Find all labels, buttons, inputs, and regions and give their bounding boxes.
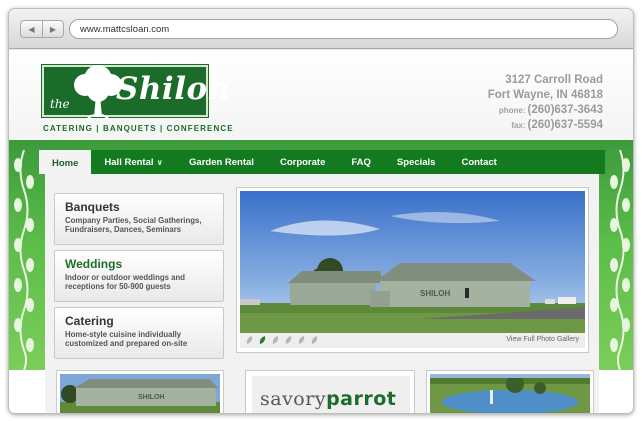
- contact-info: 3127 Carroll Road Fort Wayne, IN 46818 p…: [488, 73, 603, 133]
- promo-desc: Home-style cuisine individually customiz…: [65, 330, 188, 348]
- browser-toolbar: ◀ ▶ www.mattcsloan.com: [9, 9, 633, 49]
- forward-arrow-icon[interactable]: ▶: [41, 21, 63, 37]
- hall-photo[interactable]: SHILOH: [240, 191, 585, 333]
- sponsor-logo: savoryparrot: [260, 388, 396, 410]
- leaf-dot-icon[interactable]: [246, 336, 253, 345]
- nav-item-corporate[interactable]: Corporate: [267, 150, 338, 174]
- fax-number: (260)637-5594: [527, 119, 603, 131]
- thumb-garden-photo: [430, 374, 590, 413]
- promo-title: Weddings: [65, 257, 123, 271]
- thumb-sponsor[interactable]: savoryparrot: [245, 370, 415, 413]
- promo-catering[interactable]: Catering Home-style cuisine individually…: [54, 307, 224, 359]
- leaf-dot-icon-active[interactable]: [259, 336, 266, 345]
- nav-item-contact[interactable]: Contact: [448, 150, 509, 174]
- city-address: Fort Wayne, IN 46818: [487, 89, 603, 101]
- vine-decoration-icon: [610, 150, 630, 370]
- thumb-garden[interactable]: [426, 370, 594, 413]
- promo-desc: Company Parties, Social Gatherings, Fund…: [65, 216, 202, 234]
- leaf-dot-icon[interactable]: [298, 336, 305, 345]
- page-viewport: the Shiloh CATERING | BANQUETS | CONFERE…: [9, 50, 633, 413]
- leaf-dot-icon[interactable]: [311, 336, 318, 345]
- nav-item-home[interactable]: Home: [39, 150, 92, 174]
- nav-item-hall-rental[interactable]: Hall Rental ∨: [91, 150, 176, 174]
- slideshow-controls: View Full Photo Gallery: [240, 333, 585, 348]
- nav-item-garden-rental[interactable]: Garden Rental: [176, 150, 267, 174]
- site-header: the Shiloh CATERING | BANQUETS | CONFERE…: [9, 50, 633, 140]
- url-field[interactable]: www.mattcsloan.com: [69, 19, 618, 39]
- thumb-hall-photo: SHILOH: [60, 374, 220, 413]
- site-logo[interactable]: the Shiloh CATERING | BANQUETS | CONFERE…: [41, 64, 233, 137]
- vine-decoration-icon: [14, 150, 34, 370]
- logo-name-text: Shiloh: [116, 71, 231, 107]
- logo-tagline: CATERING | BANQUETS | CONFERENCE: [43, 124, 234, 133]
- street-address: 3127 Carroll Road: [505, 74, 603, 86]
- thumb-hall[interactable]: SHILOH: [56, 370, 224, 413]
- view-gallery-link[interactable]: View Full Photo Gallery: [506, 336, 579, 343]
- main-nav: Home Hall Rental ∨ Garden Rental Corpora…: [39, 150, 605, 174]
- building-sign: SHILOH: [420, 289, 450, 298]
- browser-nav-buttons: ◀ ▶: [20, 20, 64, 38]
- nav-item-specials[interactable]: Specials: [384, 150, 449, 174]
- sponsor-suffix: parrot: [326, 388, 397, 410]
- thumb-sign: SHILOH: [138, 394, 164, 401]
- promo-desc: Indoor or outdoor weddings and reception…: [65, 273, 185, 291]
- promo-weddings[interactable]: Weddings Indoor or outdoor weddings and …: [54, 250, 224, 302]
- nav-item-label: Hall Rental: [104, 156, 154, 168]
- main-content: Banquets Company Parties, Social Gatheri…: [45, 174, 599, 413]
- logo-the-text: the: [50, 97, 70, 111]
- fax-label: fax:: [511, 121, 526, 130]
- photo-slideshow: SHILOH View Full Photo Gallery: [236, 187, 589, 353]
- chevron-down-icon: ∨: [156, 157, 164, 167]
- promo-banquets[interactable]: Banquets Company Parties, Social Gatheri…: [54, 193, 224, 245]
- leaf-dot-icon[interactable]: [272, 336, 279, 345]
- fax-line: fax: (260)637-5594: [488, 118, 603, 133]
- promo-title: Banquets: [65, 200, 120, 214]
- logo-box: the Shiloh: [41, 64, 230, 119]
- slide-dots: [246, 336, 318, 345]
- back-arrow-icon[interactable]: ◀: [21, 21, 42, 37]
- phone-line: phone: (260)637-3643: [488, 103, 603, 118]
- promo-title: Catering: [65, 314, 114, 328]
- sponsor-prefix: savory: [260, 388, 327, 410]
- nav-item-faq[interactable]: FAQ: [338, 150, 384, 174]
- leaf-dot-icon[interactable]: [285, 336, 292, 345]
- phone-number[interactable]: (260)637-3643: [528, 104, 603, 116]
- phone-label: phone:: [498, 106, 526, 115]
- browser-window: ◀ ▶ www.mattcsloan.com the Shiloh CATERI…: [8, 8, 634, 414]
